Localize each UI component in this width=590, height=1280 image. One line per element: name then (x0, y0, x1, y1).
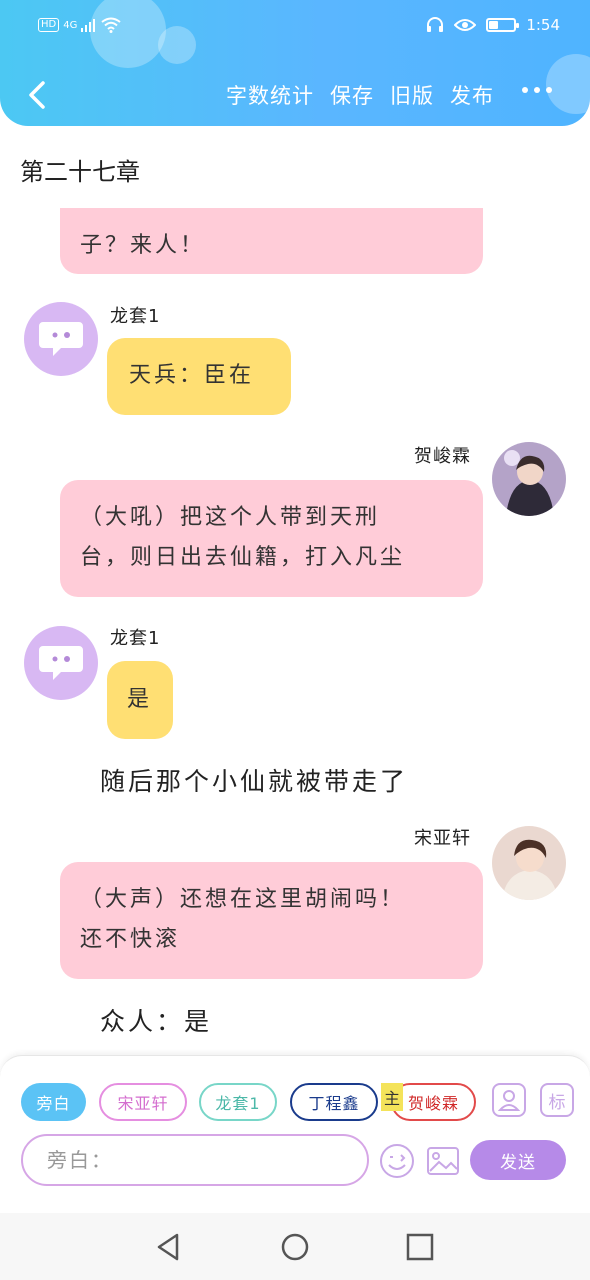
message-text: 还不快滚 (80, 927, 181, 952)
role-chip-ding-chengxin[interactable]: 丁程鑫 (290, 1083, 378, 1121)
emoji-icon[interactable] (379, 1143, 415, 1179)
toolbar: 字数统计 保存 旧版 发布 (0, 76, 590, 116)
role-chip-he-junlin[interactable]: 贺峻霖 (391, 1083, 476, 1121)
avatar[interactable] (492, 826, 566, 900)
network-badge: HD (38, 18, 60, 32)
message-text: 是 (127, 687, 153, 712)
wifi-icon (101, 17, 121, 33)
nav-recent-icon[interactable] (404, 1231, 436, 1263)
nav-home-icon[interactable] (279, 1231, 311, 1263)
send-button[interactable]: 发送 (470, 1140, 566, 1180)
status-bar: HD 4G 1:54 (38, 12, 560, 38)
publish-button[interactable]: 发布 (450, 80, 494, 110)
old-version-button[interactable]: 旧版 (390, 80, 434, 110)
message-text: 子？来人！ (80, 233, 206, 258)
message-bubble[interactable]: （大声）还想在这里胡闹吗！ 还不快滚 (60, 862, 483, 979)
word-count-button[interactable]: 字数统计 (226, 80, 314, 110)
message-input-wrapper (21, 1134, 369, 1186)
message-bubble[interactable]: 天兵：臣在 (107, 338, 291, 415)
message-text: （大声）还想在这里胡闹吗！ (80, 887, 406, 912)
narration-text[interactable]: 随后那个小仙就被带走了 (100, 762, 408, 798)
more-dots-icon[interactable] (522, 87, 552, 93)
system-nav-bar (0, 1213, 590, 1280)
speaker-name: 贺峻霖 (414, 446, 471, 467)
message-input[interactable] (23, 1136, 367, 1184)
clock: 1:54 (526, 16, 560, 34)
avatar[interactable] (24, 626, 98, 700)
eye-icon (454, 19, 477, 31)
signal-label: 4G (63, 19, 78, 31)
speaker-name: 龙套1 (110, 628, 161, 649)
message-text: 天兵：臣在 (129, 363, 255, 388)
chapter-title: 第二十七章 (20, 158, 140, 186)
battery-icon (486, 18, 520, 32)
chat-bubble-avatar-icon (39, 322, 83, 356)
signal-icon (81, 19, 96, 32)
mark-button[interactable]: 标 (540, 1083, 574, 1117)
avatar[interactable] (24, 302, 98, 376)
message-bubble[interactable]: 子？来人！ (60, 208, 483, 274)
image-icon[interactable] (425, 1143, 461, 1179)
narration-text[interactable]: 众人：是 (100, 1002, 212, 1038)
role-chip-extra1[interactable]: 龙套1 (199, 1083, 277, 1121)
nav-back-icon[interactable] (153, 1231, 185, 1263)
user-card-icon[interactable] (492, 1083, 526, 1117)
avatar[interactable] (492, 442, 566, 516)
message-bubble[interactable]: 是 (107, 661, 173, 739)
speaker-name: 龙套1 (110, 306, 161, 327)
role-chip-song-yaxuan[interactable]: 宋亚轩 (99, 1083, 187, 1121)
headset-icon (427, 17, 444, 32)
role-chip-narrator[interactable]: 旁白 (21, 1083, 86, 1121)
message-text: （大吼）把这个人带到天刑 (80, 505, 381, 530)
composer-panel: 旁白 宋亚轩 龙套1 丁程鑫 贺峻霖 主 标 发送 (0, 1055, 590, 1213)
chat-bubble-avatar-icon (39, 646, 83, 680)
chat-area[interactable]: 子？来人！ 龙套1 天兵：臣在 贺峻霖 （大吼）把这个人带到天刑 台，则日出去仙… (0, 208, 590, 1054)
header: HD 4G 1:54 字数统计 保存 旧版 发布 (0, 0, 590, 126)
main-role-tag: 主 (381, 1083, 403, 1111)
save-button[interactable]: 保存 (330, 80, 374, 110)
message-text: 台，则日出去仙籍，打入凡尘 (80, 545, 406, 570)
speaker-name: 宋亚轩 (414, 828, 471, 849)
back-arrow-icon[interactable] (22, 80, 52, 110)
message-bubble[interactable]: （大吼）把这个人带到天刑 台，则日出去仙籍，打入凡尘 (60, 480, 483, 597)
